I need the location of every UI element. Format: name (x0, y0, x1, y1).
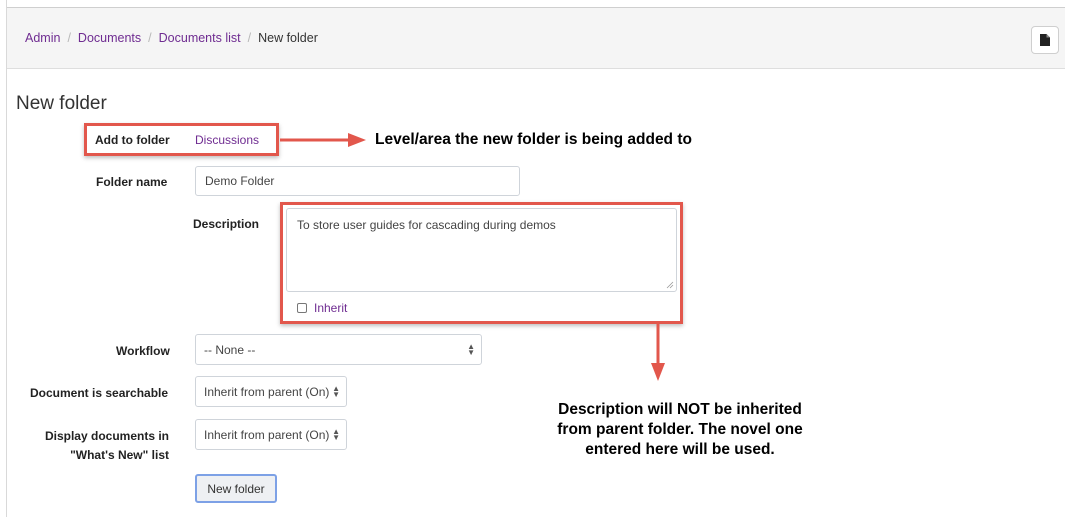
annotation-bottom-line3: entered here will be used. (585, 441, 775, 458)
annotation-bottom-line1: Description will NOT be inherited (558, 401, 802, 418)
right-arrow-icon (280, 133, 366, 147)
down-arrow-icon (651, 324, 665, 381)
annotation-top: Level/area the new folder is being added… (375, 131, 692, 148)
annotation-bottom: Description will NOT be inherited from p… (500, 400, 860, 460)
annotation-bottom-line2: from parent folder. The novel one (557, 421, 803, 438)
